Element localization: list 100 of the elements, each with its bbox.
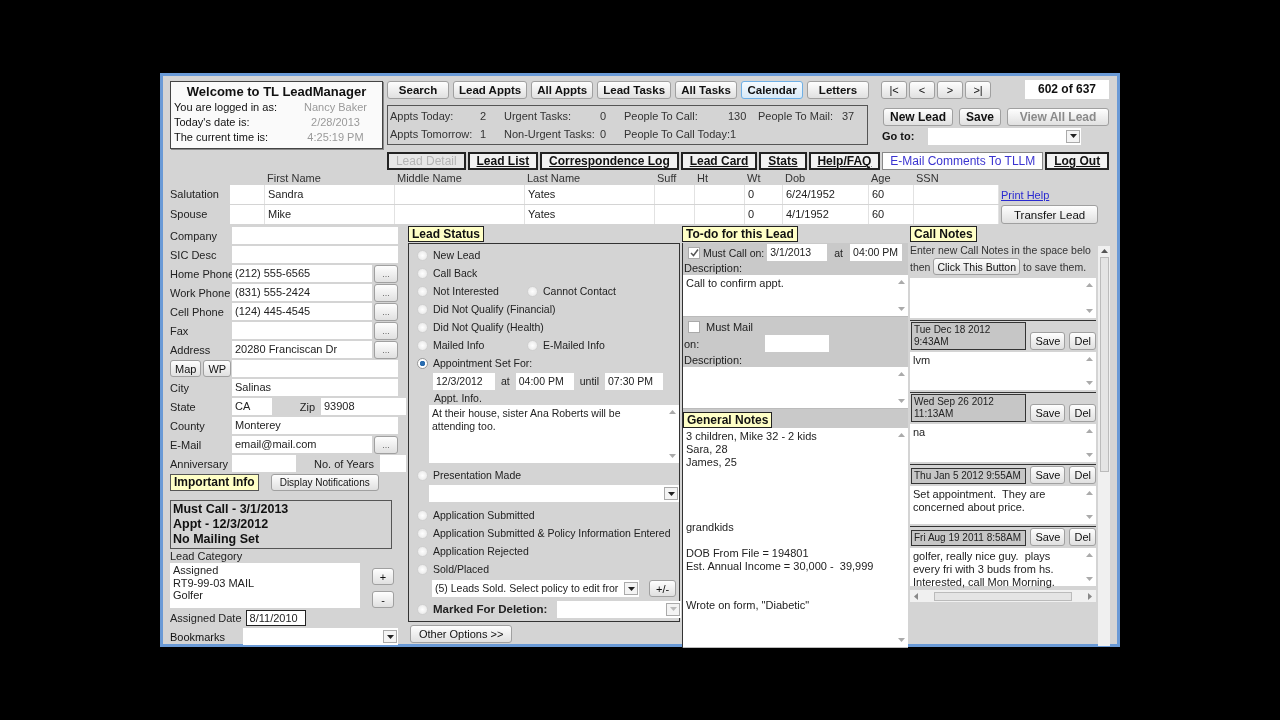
stat-value: 1 (480, 126, 488, 142)
lookup-button[interactable]: ... (374, 321, 398, 340)
text-area[interactable]: lvm (910, 352, 1096, 390)
section-header: Lead Status (408, 226, 484, 242)
column-header: Suff (656, 172, 678, 184)
column-header: First Name (266, 172, 322, 184)
record-nav-button[interactable]: |< (881, 80, 908, 99)
lookup-button[interactable]: ... (374, 283, 398, 302)
text-area[interactable]: Set appointment. They are concerned about price. (910, 486, 1096, 524)
alert-text: No Mailing Set (173, 532, 261, 547)
lead-button[interactable]: Save (959, 107, 1002, 126)
menu-button[interactable]: Lead Tasks (597, 80, 672, 99)
text-field[interactable]: 04:00 PM (515, 372, 574, 390)
text-area[interactable]: golfer, really nice guy. plays every fri with 3 buds from hs. Interested, call Mon Morning. (910, 548, 1096, 586)
lookup-button[interactable]: ... (374, 302, 398, 321)
text-field[interactable]: Sandra (265, 185, 395, 204)
text-field[interactable]: 0 (745, 205, 783, 224)
text-field[interactable]: Mike (265, 205, 395, 224)
email-link[interactable]: E-Mail Comments To TLLM (882, 152, 1044, 170)
column-header: Age (870, 172, 892, 184)
nav-tab[interactable]: Stats (759, 152, 807, 170)
transfer-button[interactable]: Transfer Lead (1001, 205, 1099, 224)
lookup-button[interactable]: ... (374, 435, 398, 454)
section-header: General Notes (683, 412, 773, 428)
nav-tab[interactable]: Lead List (467, 152, 539, 170)
text-field[interactable]: 0 (745, 185, 783, 204)
menu-button[interactable]: Search (387, 80, 449, 99)
list-item[interactable]: Assigned (173, 564, 357, 577)
stat-value: 130 (728, 108, 748, 124)
lookup-button[interactable]: WP (203, 360, 232, 377)
note-button[interactable]: Del (1069, 466, 1096, 484)
text-field[interactable]: (831) 555-2424 (232, 284, 372, 301)
notifications-button[interactable]: Display Notifications (270, 474, 379, 491)
text-field[interactable]: 60 (869, 205, 914, 224)
text-field[interactable]: 3/1/2013 (767, 244, 828, 261)
field-label: Zip (298, 400, 316, 413)
goto-label: Go to: (882, 130, 915, 142)
lookup-button[interactable]: Map (170, 360, 202, 377)
text-field[interactable]: 4/1/1952 (783, 205, 869, 224)
field-label: State (170, 400, 197, 413)
note-button[interactable]: Save (1030, 332, 1066, 350)
note-button[interactable]: Del (1069, 528, 1096, 546)
menu-button[interactable]: All Tasks (675, 80, 738, 99)
record-nav-button[interactable]: > (937, 80, 964, 99)
category-button[interactable]: - (372, 591, 394, 608)
text-field[interactable]: 60 (869, 185, 914, 204)
nav-tab[interactable]: Help/FAQ (808, 152, 881, 170)
policy-button[interactable]: +/- (649, 580, 677, 597)
record-nav-button[interactable]: < (909, 80, 936, 99)
note-button[interactable]: Save (1030, 404, 1066, 422)
text-field[interactable]: Yates (525, 185, 655, 204)
text-area[interactable]: na (910, 424, 1096, 462)
save-notes-button[interactable]: Click This Button (933, 258, 1021, 275)
text-field[interactable]: 20280 Franciscan Dr (232, 341, 372, 358)
text-field[interactable]: 6/24/1952 (783, 185, 869, 204)
option-label: New Lead (433, 249, 481, 261)
menu-button[interactable]: Calendar (741, 80, 804, 99)
dropdown-field[interactable]: (5) Leads Sold. Select policy to edit fror (432, 580, 639, 597)
text-field[interactable]: 12/3/2012 (433, 372, 495, 390)
note-date: Tue Dec 18 2012 9:43AM (911, 322, 1027, 350)
lookup-button[interactable]: ... (374, 340, 398, 359)
text-field[interactable]: CA (232, 398, 272, 415)
text-field[interactable]: Yates (525, 205, 655, 224)
text-field[interactable]: email@mail.com (232, 436, 372, 453)
note-button[interactable]: Del (1069, 332, 1096, 350)
text-field[interactable]: (212) 555-6565 (232, 265, 372, 282)
category-button[interactable]: + (372, 568, 394, 585)
menu-button[interactable]: Lead Appts (453, 80, 528, 99)
stat-value: 0 (600, 108, 608, 124)
notes-area[interactable]: 3 children, Mike 32 - 2 kids Sara, 28 James, 25 grandkids DOB From File = 194801 Est. Annual Income = 30,000 - 39,999 Wrote on form, "Diabetic" (683, 428, 908, 648)
nav-tab[interactable]: Correspondence Log (540, 152, 679, 170)
help-link[interactable]: Print Help (1001, 188, 1050, 201)
option-label: Application Submitted (433, 509, 535, 521)
category-list[interactable]: Assigned RT9-99-03 MAIL Golfer (170, 563, 360, 608)
nav-tab[interactable]: Lead Card (680, 152, 758, 170)
note-button[interactable]: Save (1030, 528, 1066, 546)
text-field[interactable]: Monterey (232, 417, 398, 434)
text-field[interactable]: 93908 (321, 398, 406, 415)
stat-label: People To Mail: (758, 108, 834, 124)
important-info-label: Important Info (170, 474, 259, 491)
nav-tab[interactable]: Log Out (1045, 152, 1110, 170)
text-field[interactable]: 07:30 PM (605, 372, 664, 390)
note-button[interactable]: Save (1030, 466, 1066, 484)
note-button[interactable]: Del (1069, 404, 1096, 422)
text-area[interactable]: Call to confirm appt. (683, 275, 908, 317)
list-item[interactable]: Golfer (173, 589, 357, 602)
stat-value: 1 (730, 126, 738, 142)
record-nav-button[interactable]: >| (965, 80, 992, 99)
lookup-button[interactable]: ... (374, 264, 398, 283)
other-options-button[interactable]: Other Options >> (410, 625, 513, 643)
text-field[interactable]: Salinas (232, 379, 398, 396)
text-field[interactable]: (124) 445-4545 (232, 303, 372, 320)
text-field[interactable]: 04:00 PM (850, 244, 903, 261)
list-item[interactable]: RT9-99-03 MAIL (173, 576, 357, 589)
lead-button[interactable]: New Lead (883, 107, 953, 126)
option-label: Did Not Qualify (Health) (433, 321, 544, 333)
menu-button[interactable]: All Appts (531, 80, 594, 99)
text-area[interactable]: At their house, sister Ana Roberts will be attending too. (429, 405, 679, 463)
text-field[interactable]: 8/11/2010 (245, 609, 306, 626)
menu-button[interactable]: Letters (807, 80, 870, 99)
